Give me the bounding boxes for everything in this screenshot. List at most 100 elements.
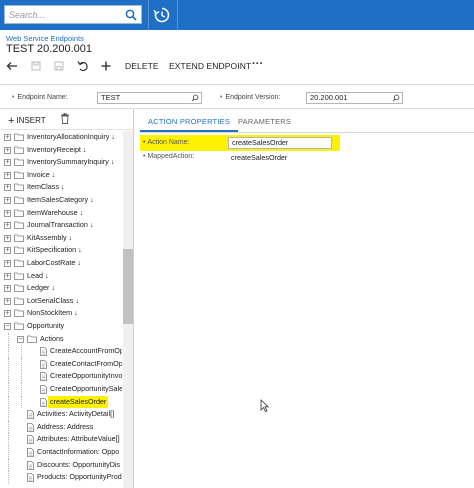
tree-guide-line — [20, 370, 22, 383]
tree-guide-line — [20, 357, 22, 371]
tree-guide-line — [20, 395, 22, 409]
tree-node[interactable]: CreateOpportunityInvo — [0, 370, 122, 383]
tree-node[interactable]: + Invoice ↓ — [0, 169, 122, 182]
tree-node[interactable]: Activities: ActivityDetail[] — [0, 408, 122, 421]
action-name-label: • Action Name: — [143, 139, 190, 146]
breadcrumb[interactable]: Web Service Endpoints — [6, 34, 84, 43]
endpoint-name-selector[interactable]: TEST — [97, 92, 202, 104]
tree-node[interactable]: + Ledger ↓ — [0, 282, 122, 295]
scrollbar-thumb[interactable] — [123, 249, 133, 324]
tree-node[interactable]: Products: OpportunityProd — [0, 471, 122, 484]
tree-node[interactable]: + InventorySummaryInquiry ↓ — [0, 156, 122, 169]
tree-node-label: LotSerialClass ↓ — [27, 295, 79, 305]
tree-node[interactable]: + Lead ↓ — [0, 270, 122, 283]
more-button[interactable]: ··· — [252, 58, 263, 70]
save-icon[interactable] — [52, 59, 66, 73]
tree-node-label: ContactInformation: Oppo — [37, 447, 120, 456]
expand-icon[interactable]: + — [4, 310, 11, 318]
expand-icon[interactable]: + — [4, 234, 11, 242]
folder-icon — [14, 196, 24, 204]
expand-icon[interactable]: + — [4, 159, 11, 167]
tree-node[interactable]: + JournalTransaction ↓ — [0, 219, 122, 232]
save-close-icon[interactable] — [29, 59, 43, 73]
tree-node[interactable]: + NonStockItem ↓ — [0, 307, 122, 320]
tree-node[interactable]: Address: Address — [0, 420, 122, 434]
search-input[interactable] — [5, 6, 125, 23]
tree-node-label: Invoice ↓ — [27, 169, 56, 179]
search-icon[interactable] — [125, 9, 137, 21]
endpoint-version-selector[interactable]: 20.200.001 — [306, 92, 403, 104]
endpoint-version-label: • Endpoint Version: — [220, 94, 281, 101]
expand-icon[interactable]: + — [4, 260, 11, 267]
tree-node[interactable]: + ItemSalesCategory ↓ — [0, 194, 122, 207]
tree-node-label: Address: Address — [37, 421, 94, 431]
undo-icon[interactable] — [76, 59, 90, 73]
document-icon — [27, 410, 34, 420]
expand-icon[interactable]: + — [4, 146, 11, 154]
tab-action-properties[interactable]: ACTION PROPERTIES — [140, 114, 239, 132]
tree-node[interactable]: CreateContactFromOp — [0, 357, 122, 371]
folder-icon — [14, 259, 24, 267]
expand-icon[interactable]: + — [4, 285, 11, 293]
selected-tree-node-label: createSalesOrder — [48, 395, 109, 409]
folder-icon — [27, 335, 37, 343]
document-icon — [27, 422, 34, 432]
tree-node[interactable]: + InventoryReceipt ↓ — [0, 144, 122, 157]
tree-guide-line — [20, 345, 22, 358]
insert-label: INSERT — [16, 116, 46, 125]
extend-endpoint-button[interactable]: EXTEND ENDPOINT — [169, 61, 251, 71]
tree-node[interactable]: CreateAccountFromOp — [0, 345, 122, 358]
tree-node[interactable]: + KitAssembly ↓ — [0, 232, 122, 245]
add-icon[interactable] — [99, 59, 113, 73]
lookup-icon[interactable] — [392, 94, 400, 102]
folder-icon — [14, 183, 24, 192]
tree-node[interactable]: createSalesOrder — [0, 395, 122, 409]
expand-icon[interactable]: + — [4, 209, 11, 217]
tree-panel: + INSERT + InventoryAllocationInquiry ↓ + In… — [0, 109, 134, 488]
tree-node[interactable]: ContactInformation: Oppo — [0, 446, 122, 459]
divider — [140, 132, 474, 133]
tree-node[interactable]: + KitSpecification ↓ — [0, 244, 122, 257]
divider — [0, 84, 474, 85]
endpoint-tree[interactable]: + InventoryAllocationInquiry ↓ + InventoryR… — [0, 131, 122, 488]
trash-icon[interactable] — [60, 113, 70, 124]
folder-icon — [14, 209, 24, 217]
back-icon[interactable] — [5, 59, 19, 73]
collapse-icon[interactable]: − — [17, 335, 24, 343]
expand-icon[interactable]: + — [4, 197, 11, 204]
search-box[interactable] — [4, 5, 142, 24]
tree-node[interactable]: + ItemClass ↓ — [0, 181, 122, 194]
expand-icon[interactable]: + — [4, 247, 11, 255]
expand-icon[interactable]: + — [4, 272, 11, 280]
collapse-icon[interactable]: − — [4, 323, 11, 330]
tree-node-label: InventoryReceipt ↓ — [27, 144, 87, 154]
document-icon — [27, 473, 34, 483]
tree-node[interactable]: + ItemWarehouse ↓ — [0, 207, 122, 220]
expand-icon[interactable]: + — [4, 297, 11, 305]
tree-node-label: Lead ↓ — [27, 270, 49, 280]
folder-icon — [14, 309, 24, 318]
expand-icon[interactable]: + — [4, 171, 11, 179]
tree-guide-line — [7, 408, 9, 421]
history-icon[interactable] — [152, 5, 172, 25]
expand-icon[interactable]: + — [4, 222, 11, 230]
folder-icon — [14, 133, 24, 141]
lookup-icon[interactable] — [191, 94, 199, 102]
action-name-field[interactable]: createSalesOrder — [228, 137, 332, 149]
tree-node[interactable]: Discounts: OpportunityDis — [0, 458, 122, 472]
tree-node[interactable]: CreateOpportunitySale — [0, 383, 122, 396]
expand-icon[interactable]: + — [4, 184, 11, 192]
tree-scrollbar[interactable] — [123, 131, 133, 488]
tab-parameters[interactable]: PARAMETERS — [230, 114, 299, 132]
delete-button[interactable]: DELETE — [125, 61, 159, 71]
tree-node[interactable]: + InventoryAllocationInquiry ↓ — [0, 131, 122, 144]
tree-node[interactable]: + LotSerialClass ↓ — [0, 295, 122, 308]
tree-node[interactable]: + LaborCostRate ↓ — [0, 257, 122, 270]
tree-node[interactable]: − Actions — [0, 332, 122, 346]
tree-guide-line — [7, 420, 9, 434]
tree-node[interactable]: Attributes: AttributeValue[] — [0, 433, 122, 446]
tree-node[interactable]: − Opportunity — [0, 320, 122, 333]
insert-button[interactable]: + INSERT — [8, 114, 46, 127]
expand-icon[interactable]: + — [4, 134, 11, 141]
folder-icon — [14, 272, 24, 280]
